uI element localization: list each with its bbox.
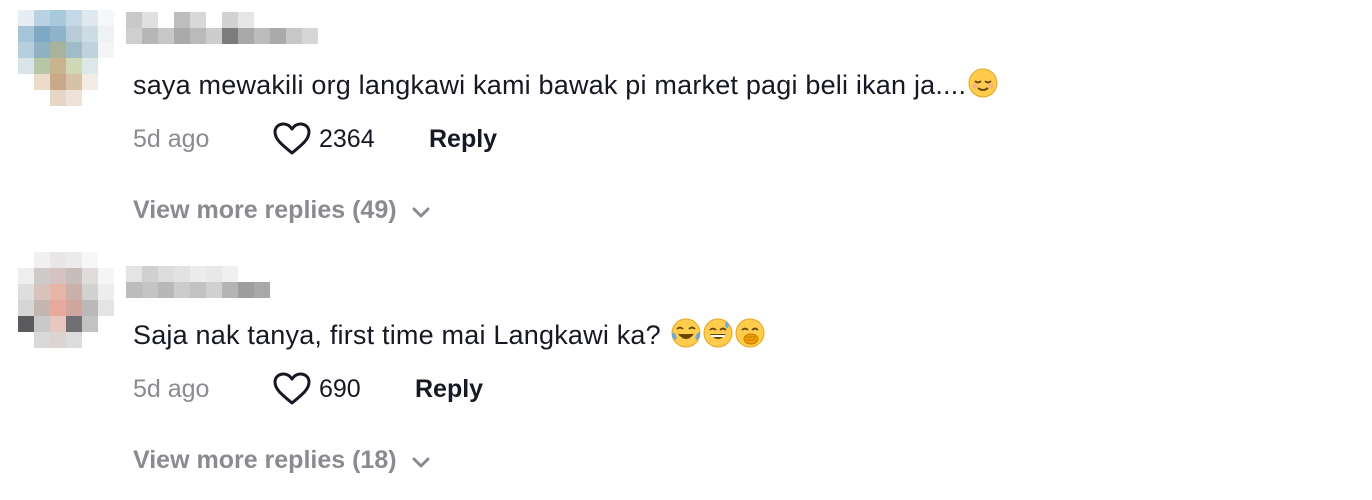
view-more-replies-label: View more replies (18) [133, 446, 397, 474]
view-more-replies-button[interactable]: View more replies (18) [133, 446, 431, 475]
view-more-replies-label: View more replies (49) [133, 196, 397, 224]
like-button[interactable]: 2364 [263, 122, 429, 156]
timestamp: 5d ago [133, 374, 210, 403]
reply-button[interactable]: Reply [415, 375, 483, 404]
like-button[interactable]: 690 [263, 372, 415, 406]
avatar[interactable] [18, 252, 114, 348]
comment-item: Saja nak tanya, first time mai Langkawi … [0, 250, 1372, 500]
hand-over-mouth-face-icon [735, 318, 765, 348]
relieved-face-icon [968, 68, 998, 98]
tears-of-joy-face-icon [671, 318, 701, 348]
comment-text: saya mewakili org langkawi kami bawak pi… [133, 68, 998, 101]
chevron-down-icon [412, 457, 430, 467]
avatar[interactable] [18, 10, 114, 106]
comment-meta: 5d ago 2364 Reply [133, 122, 497, 156]
heart-icon[interactable] [273, 122, 311, 156]
chevron-down-icon [412, 207, 430, 217]
timestamp: 5d ago [133, 124, 210, 153]
view-more-replies-button[interactable]: View more replies (49) [133, 196, 431, 225]
like-count: 690 [319, 374, 361, 403]
username-blurred[interactable] [126, 12, 322, 46]
comment-item: saya mewakili org langkawi kami bawak pi… [0, 0, 1372, 250]
like-count: 2364 [319, 124, 375, 153]
reply-button[interactable]: Reply [429, 125, 497, 154]
comment-meta: 5d ago 690 Reply [133, 372, 483, 406]
grinning-sweat-face-icon [703, 318, 733, 348]
comment-text: Saja nak tanya, first time mai Langkawi … [133, 318, 765, 351]
heart-icon[interactable] [273, 372, 311, 406]
username-blurred[interactable] [126, 266, 284, 300]
